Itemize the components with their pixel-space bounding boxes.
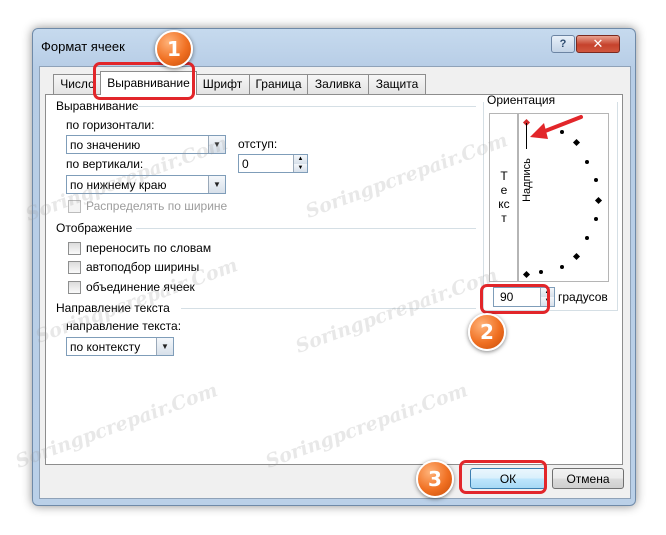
indent-spinner[interactable]: 0 ▲ ▼ bbox=[238, 154, 308, 173]
shrink-to-fit-label: автоподбор ширины bbox=[86, 260, 200, 274]
highlight-degrees bbox=[480, 284, 550, 314]
tab-font[interactable]: Шрифт bbox=[195, 74, 250, 94]
dialog-title: Формат ячеек bbox=[41, 39, 125, 54]
step-2-badge: 2 bbox=[468, 313, 506, 351]
indent-spin-buttons[interactable]: ▲ ▼ bbox=[293, 155, 307, 172]
horizontal-select[interactable]: по значению ▼ bbox=[66, 135, 226, 154]
vertical-select[interactable]: по нижнему краю ▼ bbox=[66, 175, 226, 194]
horizontal-label: по горизонтали: bbox=[66, 118, 155, 132]
chevron-down-icon[interactable]: ▼ bbox=[208, 176, 225, 193]
angle-mark bbox=[560, 265, 564, 269]
angle-mark bbox=[585, 236, 589, 240]
help-button[interactable]: ? bbox=[551, 35, 575, 53]
angle-mark bbox=[594, 178, 598, 182]
chevron-down-icon[interactable]: ▼ bbox=[156, 338, 173, 355]
angle-mark bbox=[572, 252, 581, 261]
vertical-select-value: по нижнему краю bbox=[70, 178, 167, 192]
tab-panel-alignment: Выравнивание по горизонтали: по значению… bbox=[45, 93, 623, 465]
tab-fill[interactable]: Заливка bbox=[307, 74, 369, 94]
tab-protection[interactable]: Защита bbox=[368, 74, 426, 94]
horizontal-select-value: по значению bbox=[70, 138, 141, 152]
group-divider bbox=[136, 228, 476, 229]
merge-cells-checkbox[interactable] bbox=[68, 281, 81, 294]
chevron-down-icon[interactable]: ▼ bbox=[208, 136, 225, 153]
step-3-badge: 3 bbox=[416, 460, 454, 498]
step-1-badge: 1 bbox=[155, 30, 193, 68]
highlight-alignment-tab bbox=[93, 62, 195, 100]
wrap-text-label: переносить по словам bbox=[86, 241, 212, 255]
angle-mark bbox=[539, 270, 543, 274]
indent-value: 0 bbox=[242, 157, 249, 171]
cancel-button[interactable]: Отмена bbox=[552, 468, 624, 489]
direction-group-title: Направление текста bbox=[56, 301, 170, 315]
text-direction-select[interactable]: по контексту ▼ bbox=[66, 337, 174, 356]
group-divider bbox=[136, 106, 476, 107]
angle-mark bbox=[585, 160, 589, 164]
distribute-checkbox[interactable] bbox=[68, 200, 81, 213]
text-direction-label: направление текста: bbox=[66, 319, 182, 333]
text-direction-value: по контексту bbox=[70, 340, 141, 354]
display-group-title: Отображение bbox=[56, 221, 133, 235]
indent-label: отступ: bbox=[238, 137, 278, 151]
highlight-ok bbox=[459, 460, 547, 494]
wrap-text-checkbox[interactable] bbox=[68, 242, 81, 255]
vertical-label: по вертикали: bbox=[66, 157, 144, 171]
group-divider bbox=[181, 308, 476, 309]
pointer-arrow-icon bbox=[530, 115, 583, 139]
vertical-text-box[interactable]: Текст bbox=[489, 113, 518, 282]
alignment-group-title: Выравнивание bbox=[56, 99, 139, 113]
angle-mark bbox=[594, 196, 603, 205]
dialog-body: Число Выравнивание Шрифт Граница Заливка… bbox=[39, 66, 631, 499]
shrink-to-fit-checkbox[interactable] bbox=[68, 261, 81, 274]
rotated-text-sample: Надпись bbox=[521, 158, 533, 202]
angle-mark bbox=[522, 270, 531, 279]
distribute-label: Распределять по ширине bbox=[86, 199, 228, 213]
vertical-text-sample: Текст bbox=[498, 169, 510, 225]
tab-border[interactable]: Граница bbox=[249, 74, 308, 94]
degrees-label: градусов bbox=[558, 290, 608, 304]
angle-mark bbox=[594, 217, 598, 221]
merge-cells-label: объединение ячеек bbox=[86, 280, 195, 294]
close-button[interactable]: ✕ bbox=[576, 35, 620, 53]
